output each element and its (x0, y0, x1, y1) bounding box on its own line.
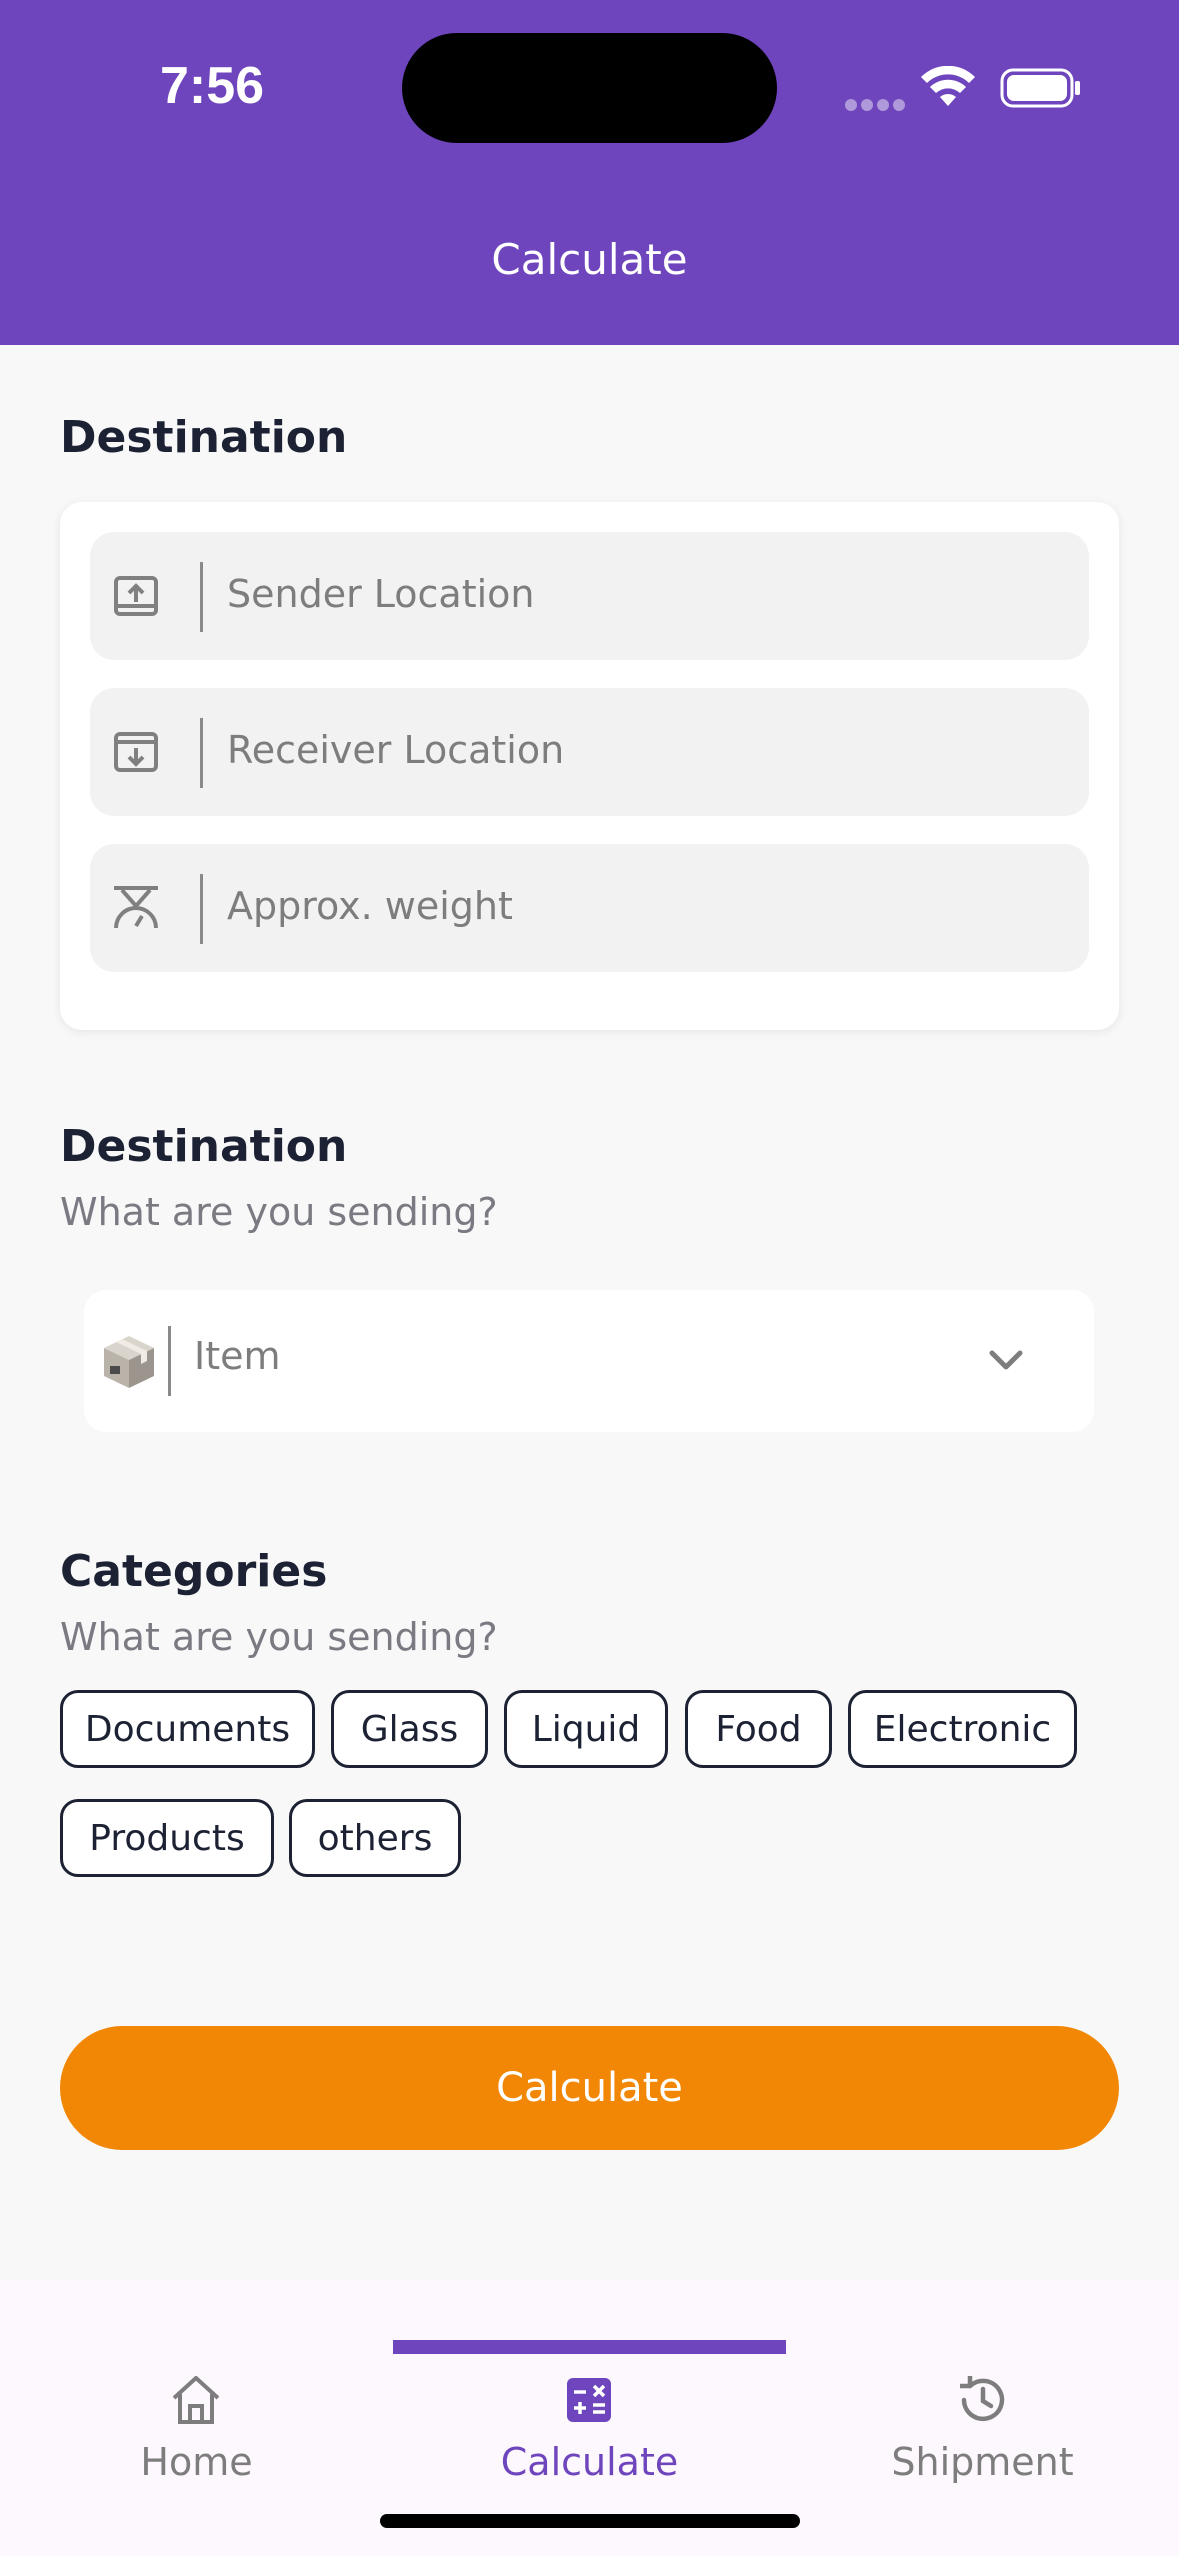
nav-tab-shipment[interactable]: Shipment (786, 2370, 1179, 2520)
sender-location-field[interactable]: Sender Location (90, 532, 1089, 660)
item-dropdown[interactable]: Item (84, 1290, 1094, 1432)
calculate-screen: 7:56 Calculate Destination Sender Locati… (0, 0, 1179, 2556)
category-chip-food[interactable]: Food (685, 1690, 832, 1768)
categories-heading: Categories (60, 1546, 328, 1597)
history-icon (960, 2376, 1005, 2422)
active-tab-indicator (393, 2340, 786, 2354)
nav-label-home: Home (140, 2440, 253, 2484)
item-section-subtitle: What are you sending? (60, 1190, 498, 1234)
nav-label-calculate: Calculate (500, 2440, 679, 2484)
receiver-location-placeholder: Receiver Location (227, 728, 565, 772)
calculator-icon (567, 2378, 611, 2422)
destination-heading: Destination (60, 412, 348, 463)
item-section-heading: Destination (60, 1121, 348, 1172)
item-dropdown-value: Item (194, 1334, 281, 1378)
nav-label-shipment: Shipment (891, 2440, 1074, 2484)
category-chip-electronic[interactable]: Electronic (848, 1690, 1077, 1768)
status-icons (840, 60, 1090, 116)
nav-tab-calculate[interactable]: Calculate (393, 2370, 786, 2520)
page-title: Calculate (491, 235, 688, 284)
app-header: 7:56 Calculate (0, 0, 1179, 345)
approx-weight-field[interactable]: Approx. weight (90, 844, 1089, 972)
home-indicator (380, 2514, 800, 2528)
category-chip-liquid[interactable]: Liquid (504, 1690, 668, 1768)
destination-card: Sender Location Receiver Location Approx… (60, 502, 1119, 1030)
chevron-down-icon (989, 1350, 1023, 1370)
sender-location-placeholder: Sender Location (227, 572, 535, 616)
status-time: 7:56 (160, 57, 265, 115)
receiver-location-field[interactable]: Receiver Location (90, 688, 1089, 816)
approx-weight-placeholder: Approx. weight (227, 884, 513, 928)
wifi-icon (921, 66, 975, 106)
battery-icon (1000, 68, 1080, 108)
categories-subtitle: What are you sending? (60, 1615, 498, 1659)
category-chip-glass[interactable]: Glass (331, 1690, 488, 1768)
category-chip-others[interactable]: others (289, 1799, 461, 1877)
upload-box-icon (114, 576, 158, 616)
home-icon (172, 2376, 220, 2424)
nav-tab-home[interactable]: Home (0, 2370, 393, 2520)
scale-icon (114, 886, 158, 929)
dynamic-island (402, 33, 777, 143)
download-box-icon (114, 732, 158, 772)
category-chip-documents[interactable]: Documents (60, 1690, 315, 1768)
category-chip-products[interactable]: Products (60, 1799, 274, 1877)
signal-icon (845, 96, 909, 115)
calculate-button[interactable]: Calculate (60, 2026, 1119, 2150)
package-icon (104, 1336, 154, 1388)
